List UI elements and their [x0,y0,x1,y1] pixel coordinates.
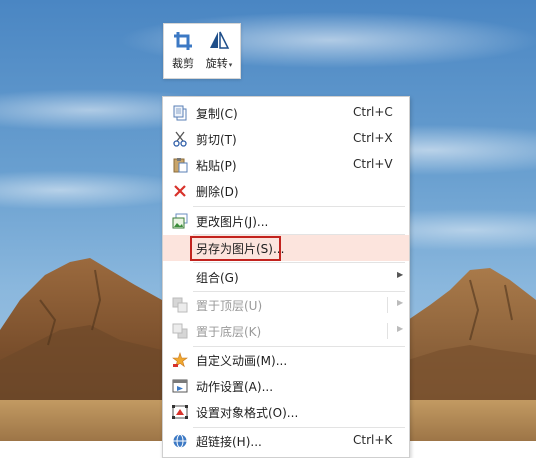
menu-item-label: 设置对象格式(O)... [196,406,299,420]
submenu-arrow-icon: ▶ [397,324,404,333]
hyperlink-icon [173,434,187,448]
paste-icon [173,158,188,173]
submenu-arrow-icon: ▶ [397,270,404,279]
rotate-label: 旋转 [205,57,228,70]
picture-mini-toolbar: 裁剪 旋转▾ [163,23,241,79]
menu-item-copy[interactable]: 复制(C) Ctrl+C [163,100,409,126]
menu-separator [193,262,405,263]
delete-icon [174,185,186,197]
menu-item-label: 粘贴(P) [196,159,237,173]
menu-item-custom-animation[interactable]: 自定义动画(M)... [163,347,409,373]
action-settings-icon [172,379,188,393]
menu-item-label: 超链接(H)... [196,435,262,449]
scissors-icon [173,131,187,147]
menu-item-label: 置于顶层(U) [196,299,263,313]
chevron-down-icon[interactable]: ▾ [229,61,233,69]
menu-item-label: 置于底层(K) [196,325,262,339]
menu-item-divider [387,297,388,313]
menu-item-send-to-back[interactable]: 置于底层(K) ▶ [163,318,409,344]
menu-item-delete[interactable]: 删除(D) [163,178,409,204]
menu-item-shortcut: Ctrl+K [353,433,393,447]
menu-separator [193,206,405,207]
menu-item-bring-to-front[interactable]: 置于顶层(U) ▶ [163,292,409,318]
rotate-icon [210,31,230,49]
menu-item-shortcut: Ctrl+V [353,157,393,171]
menu-item-label: 组合(G) [196,271,239,285]
menu-item-shortcut: Ctrl+C [353,105,393,119]
menu-item-cut[interactable]: 剪切(T) Ctrl+X [163,126,409,152]
crop-label: 裁剪 [172,57,194,70]
menu-item-label: 剪切(T) [196,133,237,147]
annotation-highlight-box [190,236,281,261]
format-object-icon [172,405,188,419]
menu-item-label: 动作设置(A)... [196,380,274,394]
custom-animation-icon [172,352,188,368]
rotate-button[interactable]: 旋转▾ [202,28,236,74]
change-picture-icon [172,213,188,229]
menu-item-label: 复制(C) [196,107,238,121]
menu-item-action-settings[interactable]: 动作设置(A)... [163,373,409,399]
context-menu: 复制(C) Ctrl+C 剪切(T) Ctrl+X 粘贴(P) Ctrl+V 删… [162,96,410,458]
send-to-back-icon [172,323,188,339]
menu-item-label: 更改图片(J)... [196,215,269,229]
bring-to-front-icon [172,297,188,313]
menu-item-hyperlink[interactable]: 超链接(H)... Ctrl+K [163,428,409,454]
crop-button[interactable]: 裁剪 [166,28,200,74]
menu-item-format-object[interactable]: 设置对象格式(O)... [163,399,409,425]
copy-icon [173,105,187,121]
submenu-arrow-icon: ▶ [397,298,404,307]
menu-item-shortcut: Ctrl+X [353,131,393,145]
menu-item-divider [387,323,388,339]
menu-item-paste[interactable]: 粘贴(P) Ctrl+V [163,152,409,178]
menu-item-label: 删除(D) [196,185,239,199]
menu-item-group[interactable]: 组合(G) ▶ [163,264,409,290]
menu-item-label: 自定义动画(M)... [196,354,288,368]
crop-icon [174,32,192,50]
menu-item-change-picture[interactable]: 更改图片(J)... [163,208,409,234]
